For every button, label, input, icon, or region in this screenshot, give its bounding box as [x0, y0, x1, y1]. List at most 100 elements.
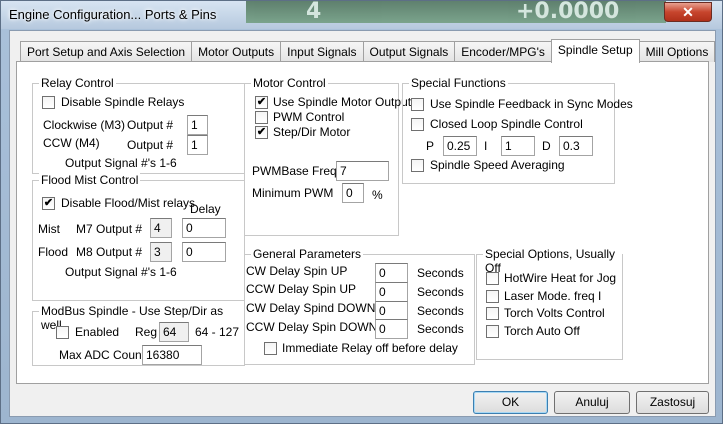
m7-delay-input[interactable]: 0 — [182, 218, 226, 238]
speed-averaging-label: Spindle Speed Averaging — [430, 158, 565, 172]
sync-feedback-label: Use Spindle Feedback in Sync Modes — [430, 97, 633, 111]
step-dir-motor-checkbox[interactable]: ✔ — [255, 126, 268, 139]
tab-port-setup[interactable]: Port Setup and Axis Selection — [20, 41, 193, 62]
max-adc-label: Max ADC Count — [59, 348, 146, 362]
sync-feedback-checkbox[interactable] — [411, 98, 424, 111]
tab-spindle-setup[interactable]: Spindle Setup — [550, 39, 640, 63]
ccw-label: CCW (M4) — [43, 136, 100, 150]
ccw-delay-spin-down-unit: Seconds — [417, 322, 464, 336]
title-bar[interactable]: 4 +0.0000 Engine Configuration... Ports … — [1, 0, 722, 29]
torch-volts-checkbox[interactable] — [486, 307, 499, 320]
flood-mist-title: Flood Mist Control — [39, 173, 141, 187]
minimum-pwm-label: Minimum PWM — [252, 186, 334, 200]
i-gain-input[interactable]: 1 — [501, 136, 535, 156]
closed-loop-checkbox[interactable] — [411, 118, 424, 131]
close-button[interactable]: ✕ — [664, 2, 712, 22]
tab-output-signals[interactable]: Output Signals — [362, 41, 456, 62]
ok-button[interactable]: OK — [473, 391, 548, 414]
relay-control-group: Relay Control Disable Spindle Relays Clo… — [32, 76, 245, 174]
cancel-button[interactable]: Anuluj — [554, 391, 630, 414]
tab-mill-options[interactable]: Mill Options — [638, 41, 716, 62]
m7-output-input[interactable]: 4 — [150, 218, 172, 238]
disable-spindle-relays-label: Disable Spindle Relays — [61, 95, 185, 109]
modbus-enabled-label: Enabled — [75, 325, 120, 339]
special-options-group: Special Options, Usually Off HotWire Hea… — [476, 247, 623, 360]
modbus-spindle-group: ModBus Spindle - Use Step/Dir as well En… — [32, 304, 245, 366]
tab-strip: Port Setup and Axis Selection Motor Outp… — [20, 39, 716, 63]
d-gain-input[interactable]: 0.3 — [559, 136, 593, 156]
cw-delay-spin-down-unit: Seconds — [417, 304, 464, 318]
ccw-output-input[interactable]: 1 — [187, 135, 208, 155]
background-digits-left: 4 — [306, 0, 322, 24]
cw-delay-spin-up-input[interactable]: 0 — [375, 263, 408, 283]
m7-output-label: M7 Output # — [76, 222, 143, 236]
laser-mode-label: Laser Mode. freq I — [504, 289, 602, 303]
minimum-pwm-percent: % — [372, 188, 383, 202]
tab-motor-outputs[interactable]: Motor Outputs — [191, 41, 282, 62]
hotwire-heat-label: HotWire Heat for Jog — [504, 271, 617, 285]
p-gain-label: P — [426, 139, 435, 153]
cw-delay-spin-down-label: CW Delay Spind DOWN — [246, 301, 376, 315]
modbus-enabled-checkbox[interactable] — [56, 326, 69, 339]
disable-spindle-relays-checkbox[interactable] — [42, 96, 55, 109]
torch-auto-off-checkbox[interactable] — [486, 325, 499, 338]
step-dir-motor-label: Step/Dir Motor — [273, 125, 351, 139]
immediate-relay-checkbox[interactable] — [264, 342, 277, 355]
closed-loop-label: Closed Loop Spindle Control — [430, 117, 583, 131]
use-spindle-motor-label: Use Spindle Motor Output — [273, 95, 412, 109]
torch-volts-label: Torch Volts Control — [504, 306, 605, 320]
motor-control-group: Motor Control ✔ Use Spindle Motor Output… — [244, 76, 411, 236]
m8-delay-input[interactable]: 0 — [182, 242, 226, 262]
minimum-pwm-input[interactable]: 0 — [342, 183, 364, 203]
tab-input-signals[interactable]: Input Signals — [280, 41, 364, 62]
spindle-setup-panel: Relay Control Disable Spindle Relays Clo… — [16, 61, 709, 384]
pwm-control-label: PWM Control — [273, 110, 345, 124]
disable-flood-mist-label: Disable Flood/Mist relays — [61, 196, 196, 210]
pwm-control-checkbox[interactable] — [255, 111, 268, 124]
pwm-base-freq-input[interactable]: 7 — [336, 161, 389, 181]
motor-control-title: Motor Control — [251, 76, 328, 90]
tab-encoder-mpg[interactable]: Encoder/MPG's — [454, 41, 552, 62]
cw-delay-spin-up-unit: Seconds — [417, 266, 464, 280]
hotwire-heat-checkbox[interactable] — [486, 272, 499, 285]
flood-label: Flood — [38, 245, 69, 259]
cw-label: Clockwise (M3) — [43, 118, 126, 132]
i-gain-label: I — [484, 139, 488, 153]
general-parameters-group: General Parameters CW Delay Spin UP 0 Se… — [244, 247, 475, 365]
ccw-delay-spin-up-label: CCW Delay Spin UP — [246, 282, 357, 296]
mist-label: Mist — [38, 222, 60, 236]
immediate-relay-label: Immediate Relay off before delay — [282, 341, 458, 355]
window-title: Engine Configuration... Ports & Pins — [9, 7, 217, 22]
flood-signal-note: Output Signal #'s 1-6 — [65, 265, 177, 279]
background-dro-strip: 4 +0.0000 — [246, 0, 666, 24]
ccw-delay-spin-up-input[interactable]: 0 — [375, 282, 408, 302]
cw-delay-spin-down-input[interactable]: 0 — [375, 301, 408, 321]
use-spindle-motor-checkbox[interactable]: ✔ — [255, 96, 268, 109]
disable-flood-mist-checkbox[interactable]: ✔ — [42, 197, 55, 210]
speed-averaging-checkbox[interactable] — [411, 159, 424, 172]
special-functions-group: Special Functions Use Spindle Feedback i… — [402, 76, 633, 184]
ccw-output-label: Output # — [127, 138, 174, 152]
modbus-reg-label: Reg — [135, 325, 158, 339]
modbus-reg-range: 64 - 127 — [195, 325, 240, 339]
ccw-delay-spin-down-input[interactable]: 0 — [375, 319, 408, 339]
cw-delay-spin-up-label: CW Delay Spin UP — [246, 264, 348, 278]
ccw-delay-spin-down-label: CCW Delay Spin DOWN — [246, 320, 378, 334]
dialog-window: 4 +0.0000 Engine Configuration... Ports … — [0, 0, 723, 424]
m8-output-input[interactable]: 3 — [150, 242, 172, 262]
special-functions-title: Special Functions — [409, 76, 508, 90]
max-adc-input[interactable]: 16380 — [142, 345, 202, 365]
relay-control-title: Relay Control — [39, 76, 116, 90]
background-digits-right: +0.0000 — [516, 0, 620, 24]
p-gain-input[interactable]: 0.25 — [443, 136, 477, 156]
dialog-client: Port Setup and Axis Selection Motor Outp… — [9, 30, 716, 417]
d-gain-label: D — [542, 139, 551, 153]
m8-output-label: M8 Output # — [76, 245, 143, 259]
apply-button[interactable]: Zastosuj — [636, 391, 709, 414]
ccw-delay-spin-up-unit: Seconds — [417, 285, 464, 299]
cw-output-input[interactable]: 1 — [187, 115, 208, 135]
modbus-reg-input[interactable]: 64 — [159, 322, 189, 342]
laser-mode-checkbox[interactable] — [486, 290, 499, 303]
pwm-base-freq-label: PWMBase Freq. — [252, 164, 341, 178]
general-parameters-title: General Parameters — [251, 247, 364, 261]
